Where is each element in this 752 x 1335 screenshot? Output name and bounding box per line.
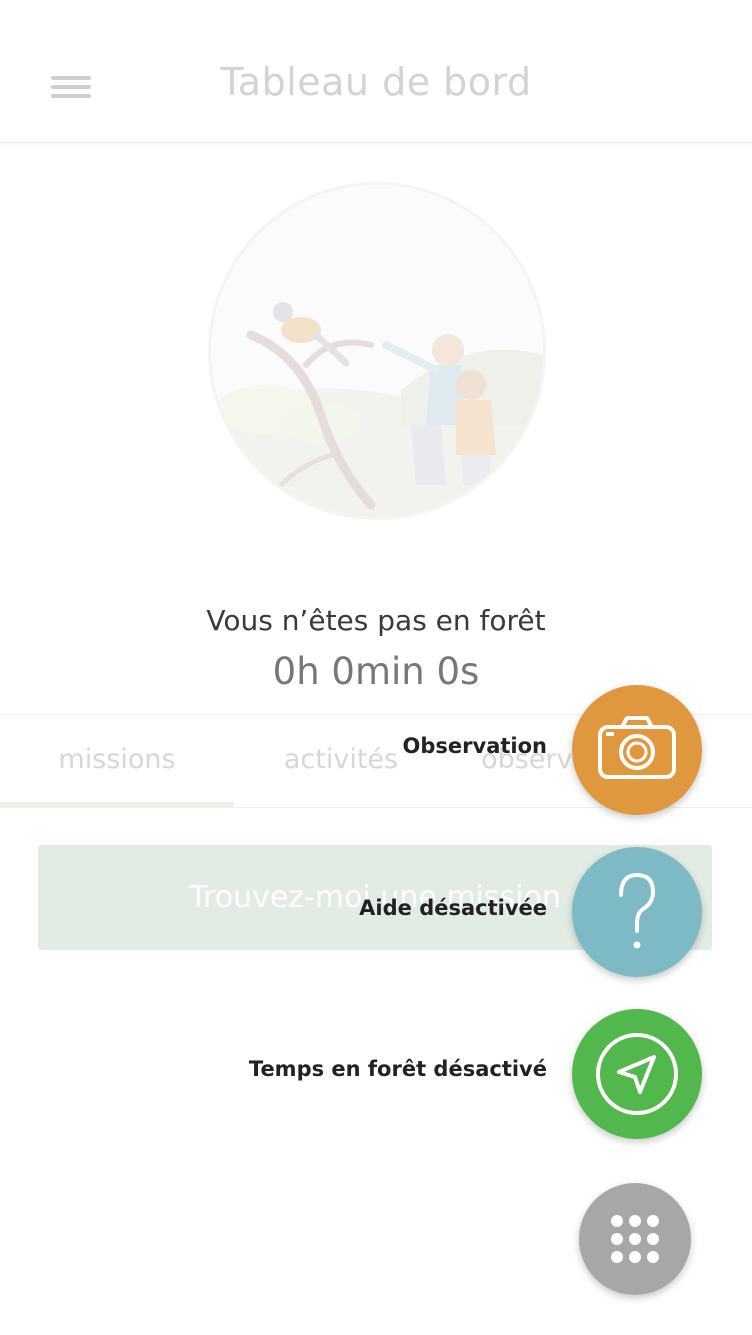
illustration-graphic <box>211 302 543 517</box>
fab-label-aide[interactable]: Aide désactivée <box>359 896 547 920</box>
tab-missions[interactable]: missions <box>0 715 234 807</box>
app-header: Tableau de bord <box>0 0 752 143</box>
page-title: Tableau de bord <box>220 60 532 104</box>
navigation-arrow-icon <box>596 1033 678 1115</box>
observation-button[interactable] <box>572 685 702 815</box>
grid-dots-icon <box>611 1215 659 1263</box>
tab-activites[interactable]: activités <box>234 715 448 807</box>
question-mark-icon <box>619 872 656 949</box>
forest-status-text: Vous n’êtes pas en forêt <box>206 604 546 637</box>
camera-icon <box>598 716 676 779</box>
fab-label-observation[interactable]: Observation <box>403 734 547 758</box>
active-tab-indicator <box>0 802 234 807</box>
fab-label-temps-foret[interactable]: Temps en forêt désactivé <box>249 1057 547 1081</box>
help-button[interactable] <box>572 847 702 977</box>
forest-time-button[interactable] <box>572 1009 702 1139</box>
fab-menu-toggle[interactable] <box>579 1183 691 1295</box>
birdwatchers-illustration <box>211 185 543 517</box>
